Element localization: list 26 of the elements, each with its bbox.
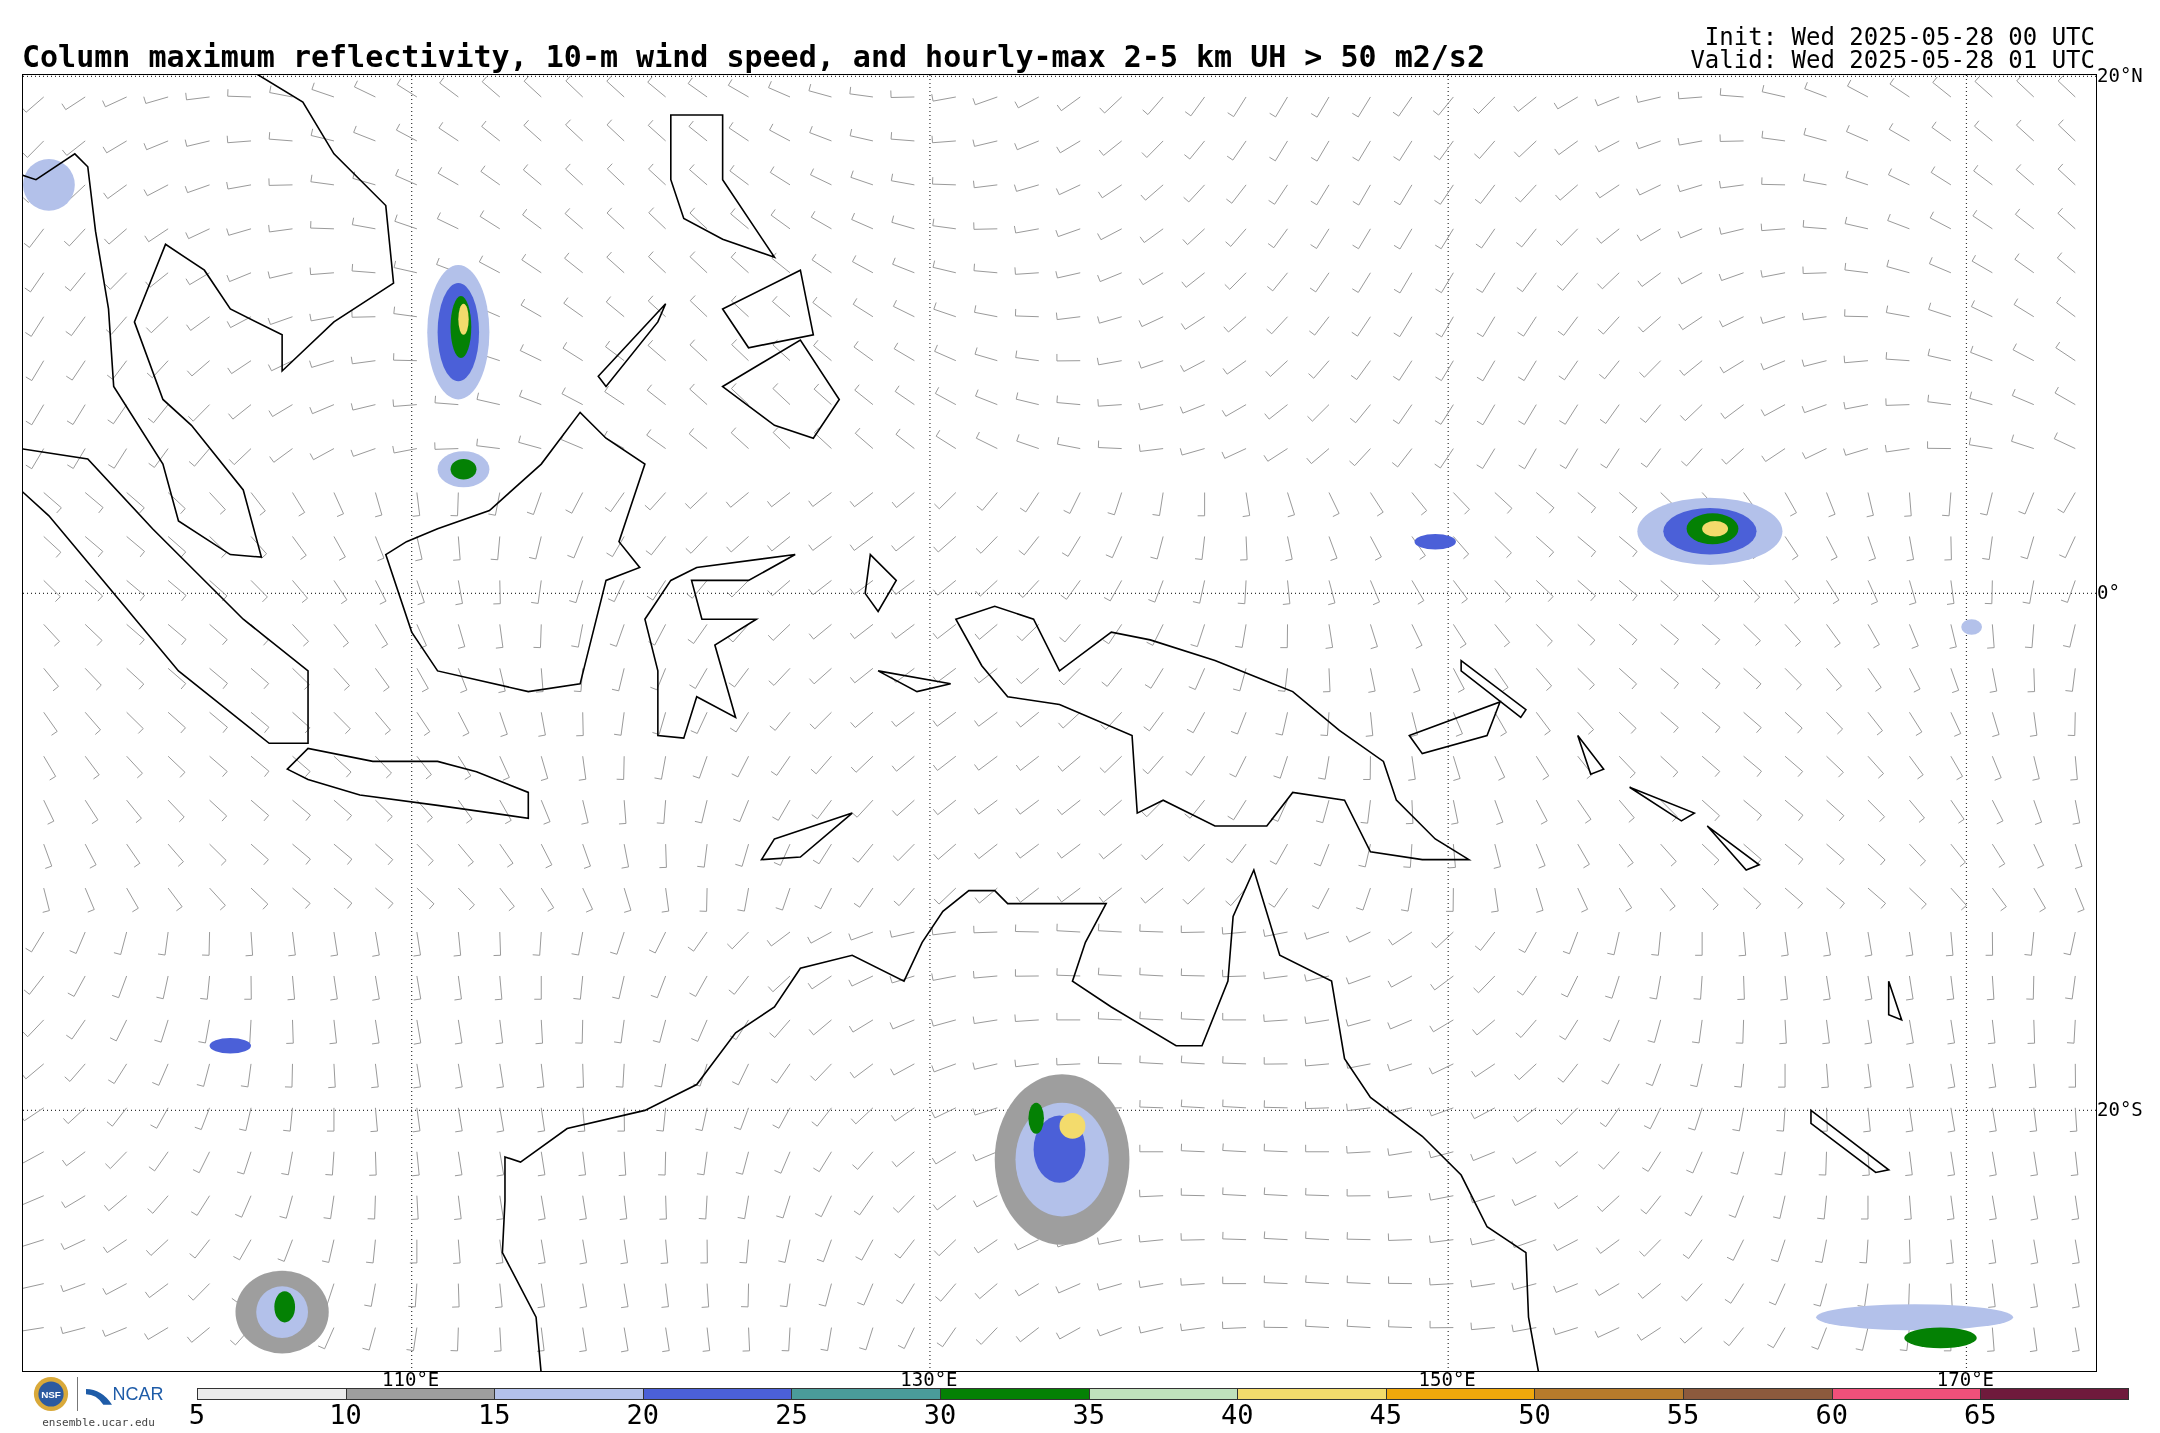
colorbar-label: 15	[477, 1400, 511, 1430]
colorbar-label: 30	[923, 1400, 957, 1430]
longitude-label: 110°E	[382, 1370, 440, 1389]
ncar-logo: NCAR	[86, 1383, 164, 1405]
latitude-label: 20°S	[2097, 1098, 2143, 1121]
valid-time: Valid: Wed 2025-05-28 01 UTC	[1690, 49, 2095, 72]
nsf-logo: NSF	[33, 1376, 70, 1412]
site-url: ensemble.ucar.edu	[42, 1416, 155, 1429]
longitude-label: 150°E	[1418, 1370, 1476, 1389]
longitude-label: 130°E	[900, 1370, 958, 1389]
plot-title: Column maximum reflectivity, 10-m wind speed, and hourly-max 2-5 km UH > 50 m2/s2	[22, 42, 1485, 72]
longitude-label: 170°E	[1936, 1370, 1995, 1389]
colorbar-label: 5	[188, 1400, 206, 1430]
colorbar-label: 65	[1964, 1400, 1997, 1430]
colorbar-label: 20	[626, 1400, 660, 1430]
latitude-label: 0°	[2097, 581, 2120, 604]
colorbar-label: 50	[1518, 1400, 1551, 1430]
colorbar-label: 45	[1369, 1400, 1403, 1430]
colorbar-label: 35	[1072, 1400, 1105, 1430]
colorbar-label: 10	[329, 1400, 362, 1430]
colorbar-label: 55	[1666, 1400, 1700, 1430]
colorbar-label: 40	[1221, 1400, 1254, 1430]
colorbar-label: 25	[775, 1400, 808, 1430]
colorbar-label: 60	[1815, 1400, 1848, 1430]
latitude-label: 20°N	[2097, 64, 2143, 87]
init-time: Init: Wed 2025-05-28 00 UTC	[1704, 26, 2095, 50]
